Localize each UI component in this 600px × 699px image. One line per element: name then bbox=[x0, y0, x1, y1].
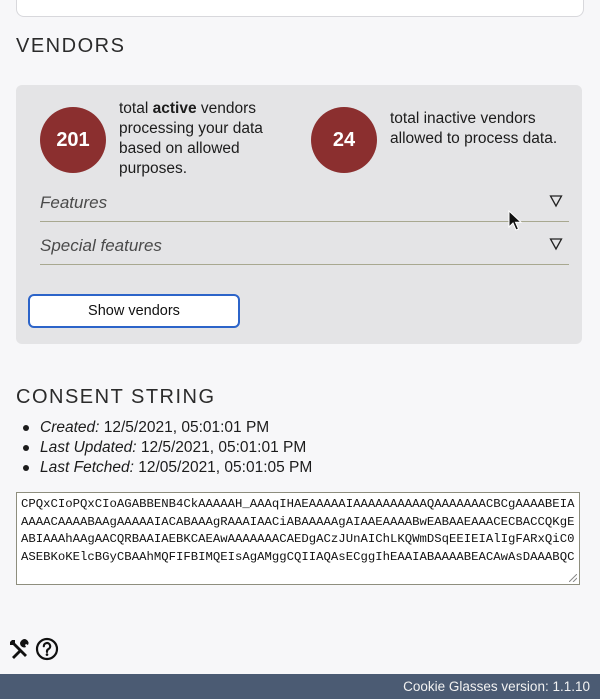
mouse-cursor-icon bbox=[508, 210, 522, 231]
list-item: Last Updated: 12/5/2021, 05:01:01 PM bbox=[16, 438, 312, 458]
special-features-label: Special features bbox=[40, 236, 162, 255]
consent-meta-list: Created: 12/5/2021, 05:01:01 PM Last Upd… bbox=[16, 418, 312, 478]
version-text: Cookie Glasses version: 1.1.10 bbox=[403, 679, 590, 694]
active-vendors-count-badge: 201 bbox=[40, 107, 106, 173]
features-accordion[interactable]: Features bbox=[40, 191, 569, 222]
vendors-card: 201 total active vendors processing your… bbox=[16, 85, 582, 344]
triangle-down-icon bbox=[549, 195, 563, 208]
active-vendors-description: total active vendors processing your dat… bbox=[119, 100, 263, 177]
tools-icon[interactable] bbox=[8, 637, 32, 661]
help-icon[interactable] bbox=[35, 637, 59, 661]
resize-grip-icon[interactable] bbox=[569, 574, 577, 582]
list-item: Created: 12/5/2021, 05:01:01 PM bbox=[16, 418, 312, 438]
vendors-heading: VENDORS bbox=[16, 35, 126, 57]
triangle-down-icon bbox=[549, 238, 563, 251]
inactive-vendors-count-badge: 24 bbox=[311, 107, 377, 173]
active-keyword: active bbox=[152, 100, 197, 117]
consent-string-text: CPQxCIoPQxCIoAGABBENB4CkAAAAAH_AAAqIHAEA… bbox=[21, 497, 575, 564]
list-item: Last Fetched: 12/05/2021, 05:01:05 PM bbox=[16, 458, 312, 478]
features-label: Features bbox=[40, 193, 108, 212]
special-features-accordion[interactable]: Special features bbox=[40, 234, 569, 265]
show-vendors-button[interactable]: Show vendors bbox=[28, 294, 240, 328]
consent-string-heading: CONSENT STRING bbox=[16, 386, 216, 408]
previous-section-card bbox=[16, 0, 584, 17]
inactive-vendors-description: total inactive vendors allowed to proces… bbox=[390, 110, 558, 147]
consent-string-textarea[interactable]: CPQxCIoPQxCIoAGABBENB4CkAAAAAH_AAAqIHAEA… bbox=[16, 492, 580, 585]
footer-bar: Cookie Glasses version: 1.1.10 bbox=[0, 674, 600, 699]
